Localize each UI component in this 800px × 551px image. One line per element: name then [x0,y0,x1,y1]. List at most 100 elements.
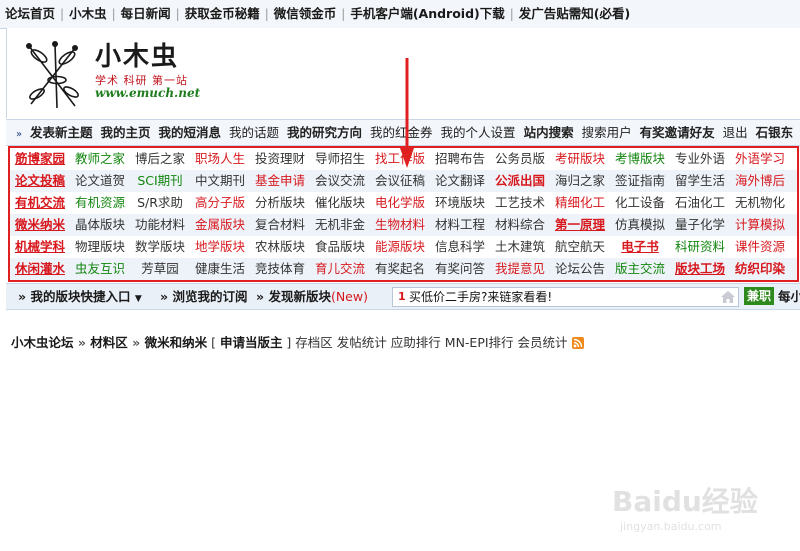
menu-item[interactable]: 我的个人设置 [437,120,520,145]
forum-link[interactable]: 海归之家 [550,170,610,192]
forum-link[interactable]: 电化学版 [370,192,430,214]
forum-stat-link[interactable]: MN-EPI排行 [445,335,514,350]
forum-link[interactable]: 无机物化 [730,192,790,214]
forum-link[interactable]: 晶体版块 [70,214,130,236]
forum-link[interactable]: 教师之家 [70,148,130,170]
forum-link[interactable]: 科研资料 [670,236,730,258]
forum-link[interactable]: 海外博后 [730,170,790,192]
forum-link[interactable]: 我提意见 [490,258,550,280]
ad-text[interactable]: 买低价二手房?来链家看看! [409,288,552,306]
forum-link[interactable]: 公派出国 [490,170,550,192]
forum-link[interactable]: 地学版块 [190,236,250,258]
rss-icon[interactable] [571,337,584,349]
forum-link[interactable]: 投资理财 [250,148,310,170]
forum-link[interactable]: 环境版块 [430,192,490,214]
forum-stat-link[interactable]: 应助排行 [391,335,441,350]
jianzhi-button[interactable]: 兼职 [744,287,775,305]
forum-link[interactable]: 复合材料 [250,214,310,236]
forum-link[interactable]: 论文投稿 [10,170,70,192]
forum-link[interactable]: 休闲灌水 [10,258,70,280]
forum-link[interactable]: 化工设备 [610,192,670,214]
forum-link[interactable]: 公务员版 [490,148,550,170]
menu-item[interactable]: 有奖邀请好友 [636,120,719,145]
forum-link[interactable]: 职场人生 [190,148,250,170]
menu-item[interactable]: 我的话题 [225,120,283,145]
forum-link[interactable]: 课件资源 [730,236,790,258]
forum-link[interactable]: 精细化工 [550,192,610,214]
forum-link[interactable]: 量子化学 [670,214,730,236]
menu-item[interactable]: 我的短消息 [154,120,225,145]
topnav-item[interactable]: 小木虫 [64,0,112,28]
forum-link[interactable]: 功能材料 [130,214,190,236]
forum-link[interactable]: 纺织印染 [730,258,790,280]
forum-link[interactable]: 有机交流 [10,192,70,214]
forum-link[interactable]: 材料工程 [430,214,490,236]
forum-link[interactable]: 筋博家园 [10,148,70,170]
menu-item[interactable]: 发表新主题 [26,120,97,145]
menu-item[interactable]: 我的研究方向 [283,120,366,145]
forum-link[interactable]: 论坛公告 [550,258,610,280]
apply-moderator-link[interactable]: 申请当版主 [220,335,283,350]
menu-item[interactable]: 站内搜索 [520,120,578,145]
forum-link[interactable]: 博后之家 [130,148,190,170]
forum-link[interactable]: 育儿交流 [310,258,370,280]
forum-stat-link[interactable]: 会员统计 [518,335,568,350]
forum-link[interactable]: 数学版块 [130,236,190,258]
forum-link[interactable]: 材料综合 [490,214,550,236]
forum-link[interactable]: 论文翻译 [430,170,490,192]
forum-link[interactable]: 信息科学 [430,236,490,258]
forum-link[interactable]: 论文道贺 [70,170,130,192]
forum-link[interactable]: 版主交流 [610,258,670,280]
forum-link[interactable]: 农林版块 [250,236,310,258]
breadcrumb-section[interactable]: 材料区 [90,335,128,350]
forum-link[interactable]: 第一原理 [550,214,610,236]
menu-item[interactable]: 我的主页 [96,120,154,145]
browse-subscriptions-link[interactable]: » 浏览我的订阅 [160,284,247,309]
forum-link[interactable]: 版块工场 [670,258,730,280]
quick-entry-dropdown[interactable]: » 我的版块快捷入口 ▼ [18,284,142,309]
topnav-item[interactable]: 微信领金币 [269,0,342,28]
menu-item[interactable]: 搜索用户 [578,120,636,145]
discover-new-forum-link[interactable]: » 发现新版块(New) [256,284,368,309]
forum-link[interactable]: 仿真模拟 [610,214,670,236]
topnav-item[interactable]: 论坛首页 [0,0,60,28]
forum-link[interactable]: 高分子版 [190,192,250,214]
breadcrumb-site[interactable]: 小木虫论坛 [11,335,74,350]
forum-link[interactable]: 食品版块 [310,236,370,258]
forum-link[interactable]: 生物材料 [370,214,430,236]
forum-link[interactable]: 会议征稿 [370,170,430,192]
forum-stat-link[interactable]: 发帖统计 [337,335,387,350]
forum-link[interactable]: 机械学科 [10,236,70,258]
forum-stat-link[interactable]: 存档区 [295,335,333,350]
mei-link[interactable]: 每小 [778,284,800,309]
forum-link[interactable]: 会议交流 [310,170,370,192]
forum-link[interactable]: 金属版块 [190,214,250,236]
forum-link[interactable]: 导师招生 [310,148,370,170]
forum-link[interactable]: 微米纳米 [10,214,70,236]
forum-link[interactable]: 土木建筑 [490,236,550,258]
forum-link[interactable]: 竞技体育 [250,258,310,280]
forum-link[interactable]: 有奖问答 [430,258,490,280]
forum-link[interactable]: 电子书 [610,236,670,258]
forum-link[interactable]: 石油化工 [670,192,730,214]
forum-link[interactable]: 健康生活 [190,258,250,280]
forum-link[interactable]: 外语学习 [730,148,790,170]
forum-link[interactable]: 招聘布告 [430,148,490,170]
forum-link[interactable]: 考博版块 [610,148,670,170]
forum-link[interactable]: 分析版块 [250,192,310,214]
forum-link[interactable]: 无机非金 [310,214,370,236]
topnav-item[interactable]: 每日新闻 [116,0,176,28]
forum-link[interactable]: 计算模拟 [730,214,790,236]
forum-link[interactable]: 中文期刊 [190,170,250,192]
topnav-item[interactable]: 手机客户端(Android)下载 [345,0,509,28]
menu-item[interactable]: 石银东 [752,120,798,145]
forum-link[interactable]: 基金申请 [250,170,310,192]
forum-link[interactable]: 有奖起名 [370,258,430,280]
forum-link[interactable]: 芳草园 [130,258,190,280]
forum-link[interactable]: S/R求助 [130,192,190,214]
forum-link[interactable]: 催化版块 [310,192,370,214]
ad-text-box[interactable]: 1 买低价二手房?来链家看看! [392,287,739,307]
forum-link[interactable]: 签证指南 [610,170,670,192]
topnav-item[interactable]: 发广告贴需知(必看) [514,0,635,28]
forum-link[interactable]: 工艺技术 [490,192,550,214]
